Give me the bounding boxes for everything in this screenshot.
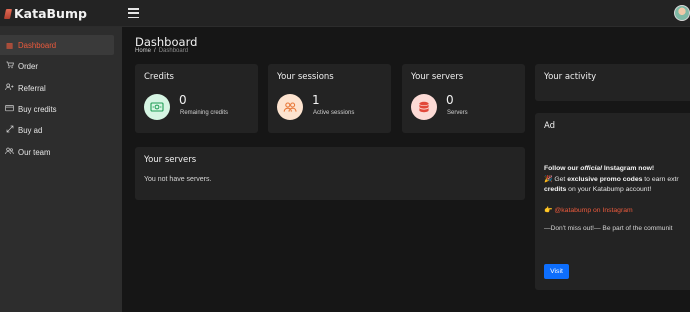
ad-line3-post: on your Katabump account!	[566, 186, 652, 193]
sessions-label: Active sessions	[313, 110, 355, 116]
sessions-value: 1	[312, 93, 320, 107]
breadcrumb-home[interactable]: Home	[135, 48, 151, 54]
ad-line1-post: Instagram now!	[602, 165, 655, 172]
sessions-card: Your sessions 1 Active sessions	[268, 64, 391, 133]
sidebar-item-label: Referral	[18, 83, 46, 93]
dashboard-icon: ▦	[5, 40, 14, 50]
ad-note: —Don't miss out!— Be part of the communi…	[544, 225, 673, 232]
page-title: Dashboard	[135, 35, 198, 49]
top-bar: KataBump	[0, 0, 690, 27]
activity-card: Your activity	[535, 64, 690, 101]
ad-line2-post: to earn extr	[642, 175, 679, 183]
empty-servers-message: You not have servers.	[144, 176, 212, 183]
user-plus-icon	[5, 83, 14, 93]
sidebar-item-label: Our team	[18, 147, 51, 157]
breadcrumb-current: Dashboard	[158, 48, 189, 54]
brand-icon	[3, 8, 13, 19]
ad-line1-pre: Follow our	[544, 165, 581, 172]
visit-button[interactable]: Visit	[544, 264, 569, 279]
credits-card: Credits 0 Remaining credits	[135, 64, 258, 133]
card-title: Ad	[544, 121, 556, 131]
ad-message: Follow our official Instagram now! 🎉 Get…	[544, 164, 690, 216]
pointing-hand-icon: 👉	[544, 206, 553, 214]
sidebar-item-dashboard[interactable]: ▦ Dashboard	[0, 35, 114, 55]
money-icon	[144, 94, 170, 120]
ad-line3-bold: credits	[544, 186, 567, 193]
sidebar-item-referral[interactable]: Referral	[0, 78, 114, 98]
servers-value: 0	[446, 93, 454, 107]
sidebar-item-buy-credits[interactable]: Buy credits	[0, 99, 114, 119]
card-title: Credits	[144, 72, 174, 82]
brand-name: KataBump	[14, 6, 87, 21]
sidebar-item-label: Buy ad	[18, 125, 43, 135]
servers-card: Your servers 0 Servers	[402, 64, 525, 133]
servers-list-card: Your servers You not have servers.	[135, 147, 525, 200]
sidebar-item-buy-ad[interactable]: Buy ad	[0, 120, 114, 140]
breadcrumb-separator: /	[154, 48, 156, 54]
sidebar-item-label: Order	[18, 61, 38, 71]
ad-line2-pre: Get	[552, 175, 568, 183]
avatar[interactable]	[674, 5, 690, 21]
ad-card: Ad Follow our official Instagram now! 🎉 …	[535, 113, 690, 290]
breadcrumb: Home / Dashboard	[135, 48, 188, 54]
ad-line2-bold: exclusive promo codes	[567, 175, 643, 183]
servers-label: Servers	[447, 110, 468, 116]
main-content: Dashboard Home / Dashboard Credits 0 Remai…	[122, 27, 690, 312]
users-icon	[277, 94, 303, 120]
brand-logo[interactable]: KataBump	[3, 6, 87, 21]
card-title: Your servers	[411, 72, 464, 82]
sidebar-item-label: Buy credits	[18, 104, 57, 114]
credits-label: Remaining credits	[180, 110, 229, 116]
sidebar-item-order[interactable]: Order	[0, 56, 114, 76]
menu-toggle-icon[interactable]	[128, 8, 139, 19]
card-title: Your activity	[544, 72, 597, 82]
credits-value: 0	[179, 93, 187, 107]
sidebar-item-label: Dashboard	[18, 40, 57, 50]
credit-card-icon	[5, 104, 14, 114]
card-title: Your servers	[144, 155, 197, 165]
ad-line1-em: official	[580, 165, 603, 172]
team-icon	[5, 147, 14, 157]
sidebar: ▦ Dashboard Order Referral Buy credits B…	[0, 27, 122, 312]
cart-icon	[5, 61, 14, 71]
database-icon	[411, 94, 437, 120]
expand-arrows-icon	[5, 125, 14, 135]
instagram-link[interactable]: @katabump on Instagram	[554, 207, 632, 214]
sidebar-item-our-team[interactable]: Our team	[0, 142, 114, 162]
card-title: Your sessions	[277, 72, 334, 82]
